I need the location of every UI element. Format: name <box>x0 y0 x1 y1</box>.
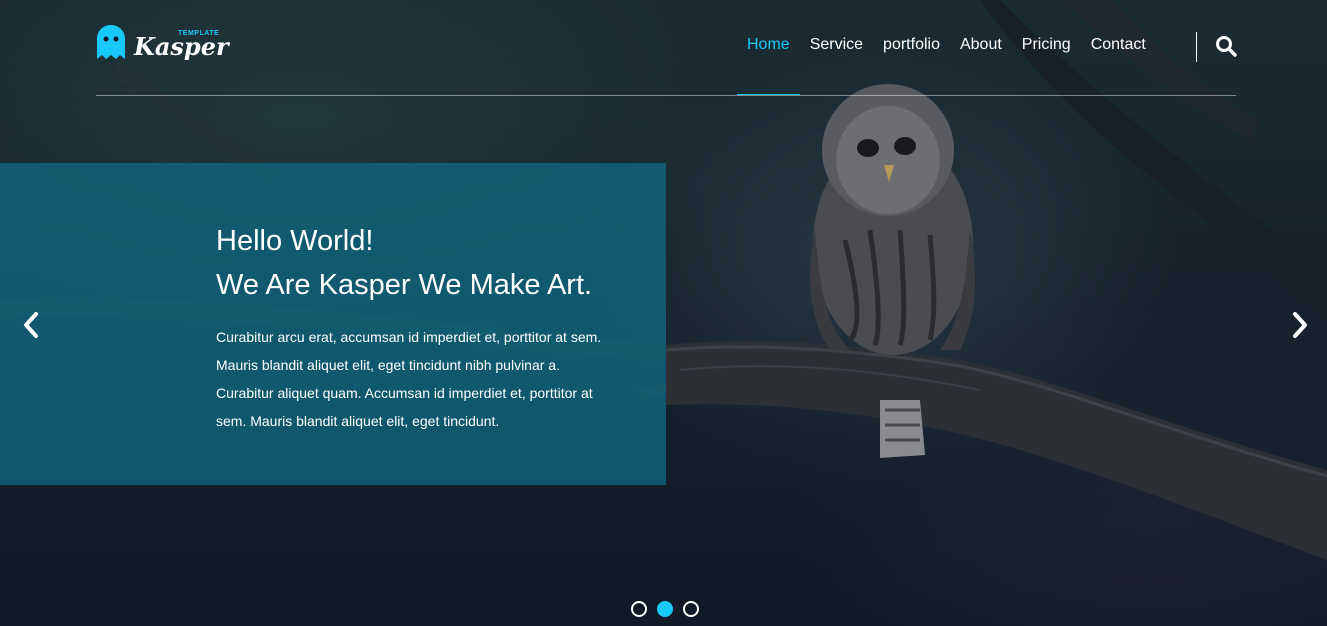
slider-bullets <box>631 601 709 617</box>
search-icon[interactable] <box>1214 34 1238 58</box>
slider-bullet-2[interactable] <box>657 601 673 617</box>
nav-item-portfolio[interactable]: portfolio <box>873 34 950 58</box>
slider-bullet-3[interactable] <box>683 601 699 617</box>
hero-title-line-2: We Are Kasper We Make Art. <box>216 269 593 301</box>
hero-title: Hello World! We Are Kasper We Make Art. <box>216 219 592 307</box>
nav-item-contact[interactable]: Contact <box>1081 34 1156 58</box>
chevron-left-icon[interactable] <box>20 311 42 339</box>
chevron-right-icon[interactable] <box>1289 311 1311 339</box>
nav-divider <box>1196 32 1197 62</box>
hero-text-panel: Hello World! We Are Kasper We Make Art. … <box>0 163 666 485</box>
nav-item-about[interactable]: About <box>950 34 1012 58</box>
slider-bullet-1[interactable] <box>631 601 647 617</box>
brand-name: Kasper <box>134 32 229 61</box>
brand-logo[interactable]: TEMPLATE Kasper <box>96 24 229 68</box>
nav-item-pricing[interactable]: Pricing <box>1012 34 1081 58</box>
hero-title-line-1: Hello World! <box>216 225 374 257</box>
nav-item-service[interactable]: Service <box>800 34 873 58</box>
header-divider <box>96 95 1236 96</box>
ghost-icon <box>97 25 125 59</box>
main-nav: Home Service portfolio About Pricing Con… <box>737 34 1156 95</box>
nav-item-home[interactable]: Home <box>737 34 800 95</box>
hero-description: Curabitur arcu erat, accumsan id imperdi… <box>216 329 602 429</box>
